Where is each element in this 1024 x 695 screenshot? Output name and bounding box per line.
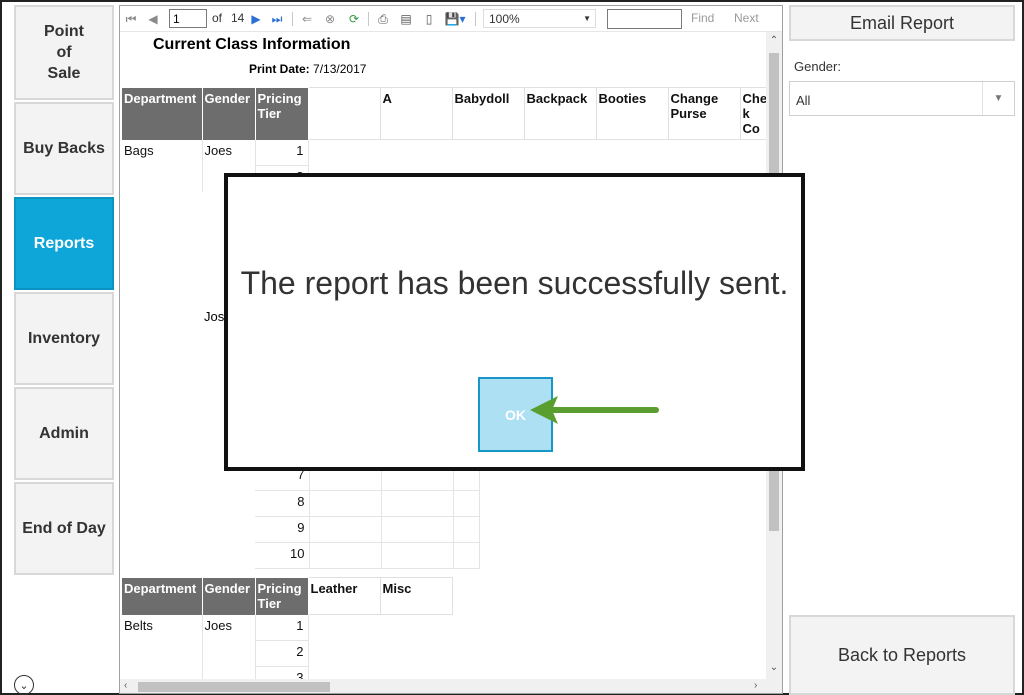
tier-cell: 1 bbox=[255, 139, 309, 166]
page-of-label: of bbox=[212, 11, 223, 25]
previous-page-icon[interactable]: ◀ bbox=[144, 9, 162, 29]
scroll-up-icon[interactable]: ⌃ bbox=[766, 35, 782, 46]
column-header: Gender bbox=[202, 87, 256, 140]
gender-label: Gender: bbox=[794, 59, 841, 74]
next-link[interactable]: Next bbox=[734, 11, 759, 25]
horizontal-scrollbar[interactable]: ‹ › bbox=[120, 679, 782, 693]
column-header: Babydoll bbox=[451, 87, 525, 140]
gender-select[interactable]: All ▼ bbox=[789, 81, 1015, 116]
last-page-icon[interactable]: ⏭ bbox=[268, 9, 286, 29]
column-header: Backpack bbox=[523, 87, 597, 140]
tier-cell: 9 bbox=[255, 516, 310, 543]
back-icon[interactable]: ⇐ bbox=[298, 9, 316, 29]
report-toolbar: ⏮ ◀ of 14 ▶ ⏭ ⇐ ⊗ ⟳ ⎙ ▤ ▯ 💾▾ 100% ▼ Find… bbox=[120, 6, 782, 32]
email-report-button[interactable]: Email Report bbox=[789, 5, 1015, 41]
zoom-value: 100% bbox=[489, 12, 520, 26]
scroll-down-icon[interactable]: ⌄ bbox=[766, 662, 782, 673]
column-header: A bbox=[379, 87, 453, 140]
nav-buy-backs-button[interactable]: Buy Backs bbox=[14, 102, 114, 195]
column-header: Department bbox=[122, 577, 203, 615]
department-cell: Bags bbox=[122, 139, 203, 166]
column-header bbox=[307, 87, 381, 140]
page-setup-icon[interactable]: ▯ bbox=[420, 9, 438, 29]
scroll-right-icon[interactable]: › bbox=[754, 680, 757, 691]
gender-cell: Joes bbox=[202, 139, 256, 166]
tier-cell: 2 bbox=[255, 640, 309, 667]
nav-scroll-down-icon[interactable]: ⌄ bbox=[14, 675, 34, 695]
print-icon[interactable]: ⎙ bbox=[374, 9, 392, 29]
column-header: Misc bbox=[379, 577, 453, 615]
horizontal-scroll-thumb[interactable] bbox=[138, 682, 330, 692]
back-to-reports-button[interactable]: Back to Reports bbox=[789, 615, 1015, 695]
app-window: Point of Sale Buy Backs Reports Inventor… bbox=[0, 0, 1024, 695]
tier-cell: 10 bbox=[255, 542, 310, 569]
refresh-icon[interactable]: ⟳ bbox=[345, 9, 363, 29]
dialog-message: The report has been successfully sent. bbox=[240, 265, 789, 301]
toolbar-divider bbox=[368, 12, 369, 26]
table-header-row: Department Gender Pricing Tier A Babydol… bbox=[122, 87, 771, 140]
nav-point-of-sale-button[interactable]: Point of Sale bbox=[14, 5, 114, 100]
export-icon[interactable]: 💾▾ bbox=[443, 9, 467, 29]
nav-admin-button[interactable]: Admin bbox=[14, 387, 114, 480]
find-link[interactable]: Find bbox=[691, 11, 714, 25]
report-table-belts: Department Gender Pricing Tier Leather M… bbox=[122, 577, 453, 693]
first-page-icon[interactable]: ⏮ bbox=[122, 9, 140, 29]
nav-inventory-button[interactable]: Inventory bbox=[14, 292, 114, 385]
find-input[interactable] bbox=[607, 9, 682, 29]
nav-reports-button[interactable]: Reports bbox=[14, 197, 114, 290]
stop-icon[interactable]: ⊗ bbox=[321, 9, 339, 29]
gender-cell: Joes bbox=[202, 614, 256, 641]
column-header: Change Purse bbox=[667, 87, 741, 140]
toolbar-divider bbox=[292, 12, 293, 26]
column-header: Leather bbox=[307, 577, 381, 615]
zoom-select[interactable]: 100% ▼ bbox=[483, 9, 596, 28]
gender-value: All bbox=[796, 93, 811, 108]
page-total-label: 14 bbox=[231, 11, 245, 25]
column-header: Department bbox=[122, 87, 203, 140]
table-row: 9 bbox=[255, 516, 480, 543]
table-row: 10 bbox=[255, 542, 480, 569]
tier-cell: 8 bbox=[255, 490, 310, 517]
chevron-down-icon: ▼ bbox=[583, 14, 591, 23]
confirmation-dialog: The report has been successfully sent. O… bbox=[224, 173, 805, 471]
report-title: Current Class Information bbox=[153, 36, 351, 53]
chevron-down-icon: ▼ bbox=[982, 82, 1014, 115]
table-row: 8 bbox=[255, 490, 480, 517]
table-header-row: Department Gender Pricing Tier Leather M… bbox=[122, 577, 453, 615]
table-row: Belts Joes 1 bbox=[122, 614, 452, 641]
column-header: Gender bbox=[202, 577, 256, 615]
print-layout-icon[interactable]: ▤ bbox=[397, 9, 415, 29]
next-page-icon[interactable]: ▶ bbox=[247, 9, 265, 29]
column-header: Pricing Tier bbox=[255, 577, 309, 615]
column-header: Booties bbox=[595, 87, 669, 140]
page-number-input[interactable] bbox=[169, 9, 207, 28]
report-table-bags-continued: 7 8 9 10 bbox=[255, 464, 480, 569]
department-cell: Belts bbox=[122, 614, 203, 641]
table-row: 2 bbox=[122, 640, 452, 667]
scroll-left-icon[interactable]: ‹ bbox=[124, 680, 127, 691]
gender-cell: Jos bbox=[204, 309, 225, 324]
toolbar-divider bbox=[475, 12, 476, 26]
tier-cell: 1 bbox=[255, 614, 309, 641]
print-date: Print Date: 7/13/2017 bbox=[249, 62, 367, 76]
table-row: Bags Joes 1 bbox=[122, 139, 770, 166]
column-header: Pricing Tier bbox=[255, 87, 309, 140]
nav-end-of-day-button[interactable]: End of Day bbox=[14, 482, 114, 575]
annotation-arrow-icon bbox=[530, 396, 659, 424]
